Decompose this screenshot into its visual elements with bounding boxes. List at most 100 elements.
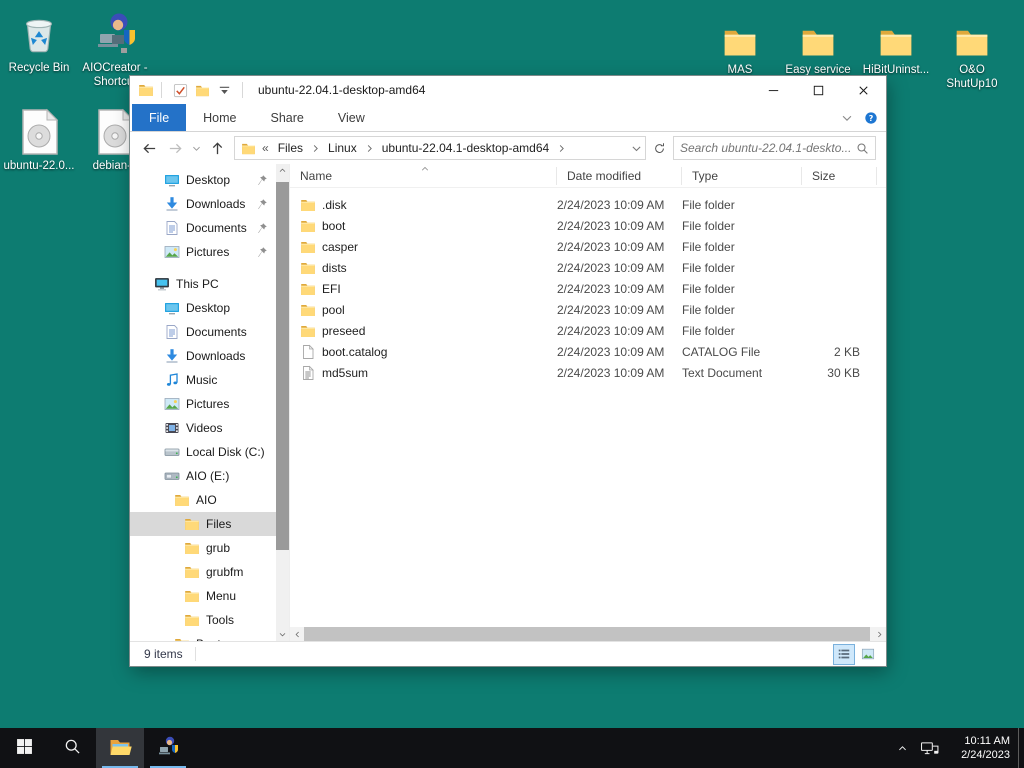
- item-label: This PC: [176, 277, 219, 291]
- back-button[interactable]: [136, 135, 162, 161]
- sidebar-item-documents[interactable]: Documents: [130, 216, 276, 240]
- address-bar[interactable]: « Files Linux ubuntu-22.04.1-desktop-amd64: [234, 136, 646, 160]
- customize-quick-access-toolbar-icon[interactable]: [213, 79, 235, 101]
- taskbar-file-explorer-button[interactable]: [96, 728, 144, 768]
- breadcrumb-separator-icon[interactable]: [556, 143, 567, 154]
- desktop-icon-oo-shutup10[interactable]: O&O ShutUp10: [934, 10, 1010, 91]
- tab-share[interactable]: Share: [254, 104, 321, 131]
- start-button[interactable]: [0, 728, 48, 768]
- tab-view[interactable]: View: [321, 104, 382, 131]
- sidebar-item-menu[interactable]: Menu: [130, 584, 276, 608]
- sidebar-item-pictures[interactable]: Pictures: [130, 240, 276, 264]
- breadcrumb-segment[interactable]: Files: [271, 141, 310, 155]
- scroll-right-icon[interactable]: [872, 627, 886, 641]
- desktop-icon-label: ubuntu-22.0...: [1, 159, 77, 173]
- show-hidden-icons-button[interactable]: [890, 743, 914, 754]
- sidebar-item-this-pc[interactable]: This PC: [130, 272, 276, 296]
- sidebar-item-tools[interactable]: Tools: [130, 608, 276, 632]
- address-dropdown-icon[interactable]: [630, 142, 643, 155]
- tab-file[interactable]: File: [132, 104, 186, 131]
- file-row-boot[interactable]: boot 2/24/2023 10:09 AM File folder: [290, 215, 886, 236]
- desktop-icon-label: Recycle Bin: [1, 61, 77, 75]
- sidebar-item-downloads[interactable]: Downloads: [130, 192, 276, 216]
- minimize-button[interactable]: [751, 76, 796, 104]
- window-system-icon[interactable]: [138, 82, 154, 98]
- desktop-root: { "desktop": { "background_color": "#0d7…: [0, 0, 1024, 768]
- scroll-up-icon[interactable]: [276, 164, 289, 177]
- breadcrumb-overflow[interactable]: «: [256, 141, 271, 155]
- up-button[interactable]: [204, 135, 230, 161]
- sidebar-item-music[interactable]: Music: [130, 368, 276, 392]
- refresh-icon[interactable]: [649, 136, 669, 160]
- sidebar-item-videos[interactable]: Videos: [130, 416, 276, 440]
- quick-access-properties-icon[interactable]: [169, 79, 191, 101]
- file-row-boot-catalog[interactable]: boot.catalog 2/24/2023 10:09 AM CATALOG …: [290, 341, 886, 362]
- scrollbar-thumb[interactable]: [304, 627, 870, 641]
- navigation-scrollbar[interactable]: [276, 164, 289, 641]
- file-type-icon: [300, 260, 316, 276]
- sidebar-item-documents[interactable]: Documents: [130, 320, 276, 344]
- quick-access-new-folder-icon[interactable]: [191, 79, 213, 101]
- sidebar-item-local-disk-c-[interactable]: Local Disk (C:): [130, 440, 276, 464]
- close-button[interactable]: [841, 76, 886, 104]
- sidebar-item-files[interactable]: Files: [130, 512, 276, 536]
- horizontal-scrollbar[interactable]: [290, 627, 886, 641]
- desktop-icon-ubuntu-iso[interactable]: ubuntu-22.0...: [1, 106, 77, 173]
- file-row-dists[interactable]: dists 2/24/2023 10:09 AM File folder: [290, 257, 886, 278]
- sidebar-item-desktop[interactable]: Desktop: [130, 168, 276, 192]
- taskbar-clock[interactable]: 10:11 AM 2/24/2023: [948, 734, 1010, 762]
- search-box[interactable]: [673, 136, 876, 160]
- search-input[interactable]: [680, 141, 856, 155]
- breadcrumb-separator-icon[interactable]: [364, 143, 375, 154]
- large-icons-view-button[interactable]: [858, 645, 878, 664]
- scroll-left-icon[interactable]: [290, 627, 304, 641]
- file-type-icon: [300, 197, 316, 213]
- file-row-casper[interactable]: casper 2/24/2023 10:09 AM File folder: [290, 236, 886, 257]
- help-icon[interactable]: ?: [864, 111, 878, 125]
- taskbar-aiocreator-button[interactable]: [144, 728, 192, 768]
- maximize-button[interactable]: [796, 76, 841, 104]
- sidebar-item-aio-e-[interactable]: AIO (E:): [130, 464, 276, 488]
- desktop-icon-mas[interactable]: MAS: [702, 10, 778, 77]
- windows-logo-icon: [16, 738, 33, 758]
- breadcrumb-separator-icon[interactable]: [310, 143, 321, 154]
- desktop-icon-recycle-bin[interactable]: Recycle Bin: [1, 8, 77, 75]
- recycle-bin-icon: [1, 8, 77, 58]
- recent-locations-icon[interactable]: [188, 135, 204, 161]
- file-row-pool[interactable]: pool 2/24/2023 10:09 AM File folder: [290, 299, 886, 320]
- sidebar-item-boot[interactable]: Boot: [130, 632, 276, 641]
- sidebar-item-aio[interactable]: AIO: [130, 488, 276, 512]
- taskbar-search-button[interactable]: [48, 728, 96, 768]
- taskbar: 10:11 AM 2/24/2023: [0, 728, 1024, 768]
- file-row-preseed[interactable]: preseed 2/24/2023 10:09 AM File folder: [290, 320, 886, 341]
- scroll-down-icon[interactable]: [276, 628, 289, 641]
- item-icon: [164, 372, 180, 388]
- item-label: grub: [206, 541, 230, 555]
- expand-ribbon-icon[interactable]: [840, 111, 854, 125]
- column-header-type[interactable]: Type: [682, 167, 802, 185]
- desktop-icon-label: HiBitUninst...: [858, 63, 934, 77]
- sidebar-item-desktop[interactable]: Desktop: [130, 296, 276, 320]
- sidebar-item-grub[interactable]: grub: [130, 536, 276, 560]
- desktop-icon-hibituninstaller[interactable]: HiBitUninst...: [858, 10, 934, 77]
- clock-time: 10:11 AM: [948, 734, 1010, 748]
- sidebar-item-grubfm[interactable]: grubfm: [130, 560, 276, 584]
- details-view-button[interactable]: [834, 645, 854, 664]
- divider: [161, 82, 162, 98]
- file-row-efi[interactable]: EFI 2/24/2023 10:09 AM File folder: [290, 278, 886, 299]
- file-row-md5sum[interactable]: md5sum 2/24/2023 10:09 AM Text Document …: [290, 362, 886, 383]
- column-header-date-modified[interactable]: Date modified: [557, 167, 682, 185]
- breadcrumb-segment[interactable]: Linux: [321, 141, 364, 155]
- desktop-icon-easy-service[interactable]: Easy service: [780, 10, 856, 77]
- forward-button[interactable]: [162, 135, 188, 161]
- tab-home[interactable]: Home: [186, 104, 253, 131]
- sidebar-item-downloads[interactable]: Downloads: [130, 344, 276, 368]
- file-date-modified: 2/24/2023 10:09 AM: [557, 261, 682, 275]
- network-icon[interactable]: [914, 741, 944, 756]
- breadcrumb-segment[interactable]: ubuntu-22.04.1-desktop-amd64: [375, 141, 556, 155]
- sidebar-item-pictures[interactable]: Pictures: [130, 392, 276, 416]
- scrollbar-thumb[interactable]: [276, 182, 289, 550]
- column-header-size[interactable]: Size: [802, 167, 877, 185]
- show-desktop-button[interactable]: [1018, 728, 1024, 768]
- file-row--disk[interactable]: .disk 2/24/2023 10:09 AM File folder: [290, 194, 886, 215]
